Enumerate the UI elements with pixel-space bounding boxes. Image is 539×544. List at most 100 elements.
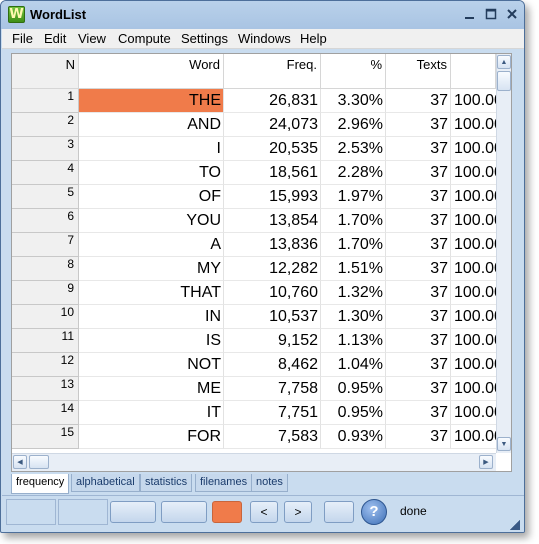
freq-cell[interactable]: 8,462 — [224, 353, 321, 377]
freq-cell[interactable]: 12,282 — [224, 257, 321, 281]
freq-cell[interactable]: 18,561 — [224, 161, 321, 185]
column-header-percent[interactable]: % — [321, 54, 386, 89]
extra-cell[interactable]: 100.00 — [451, 377, 496, 401]
column-header-texts[interactable]: Texts — [386, 54, 451, 89]
row-number-cell[interactable]: 11 — [12, 329, 79, 353]
freq-cell[interactable]: 15,993 — [224, 185, 321, 209]
freq-cell[interactable]: 13,854 — [224, 209, 321, 233]
row-number-cell[interactable]: 15 — [12, 425, 79, 449]
scroll-up-icon[interactable]: ▲ — [497, 55, 511, 69]
row-number-cell[interactable]: 9 — [12, 281, 79, 305]
extra-cell[interactable]: 100.00 — [451, 233, 496, 257]
percent-cell[interactable]: 0.95% — [321, 377, 386, 401]
texts-cell[interactable]: 37 — [386, 137, 451, 161]
extra-cell[interactable]: 100.00 — [451, 401, 496, 425]
texts-cell[interactable]: 37 — [386, 89, 451, 113]
word-cell[interactable]: IT — [79, 401, 224, 425]
word-cell[interactable]: A — [79, 233, 224, 257]
word-list-grid[interactable]: N Word Freq. % Texts 1 THE 26,831 3.30% 37 10… — [11, 53, 512, 472]
minimize-icon[interactable] — [460, 5, 480, 23]
row-number-cell[interactable]: 2 — [12, 113, 79, 137]
freq-cell[interactable]: 24,073 — [224, 113, 321, 137]
percent-cell[interactable]: 1.32% — [321, 281, 386, 305]
texts-cell[interactable]: 37 — [386, 185, 451, 209]
texts-cell[interactable]: 37 — [386, 233, 451, 257]
extra-cell[interactable]: 100.00 — [451, 305, 496, 329]
extra-cell[interactable]: 100.00 — [451, 257, 496, 281]
percent-cell[interactable]: 1.13% — [321, 329, 386, 353]
scroll-right-icon[interactable]: ▶ — [479, 455, 493, 469]
help-icon[interactable]: ? — [361, 499, 387, 525]
texts-cell[interactable]: 37 — [386, 305, 451, 329]
row-number-cell[interactable]: 7 — [12, 233, 79, 257]
row-number-cell[interactable]: 10 — [12, 305, 79, 329]
word-cell[interactable]: NOT — [79, 353, 224, 377]
texts-cell[interactable]: 37 — [386, 281, 451, 305]
scroll-down-icon[interactable]: ▼ — [497, 437, 511, 451]
extra-cell[interactable]: 100.00 — [451, 113, 496, 137]
column-header-n[interactable]: N — [12, 54, 79, 89]
freq-cell[interactable]: 20,535 — [224, 137, 321, 161]
texts-cell[interactable]: 37 — [386, 257, 451, 281]
freq-cell[interactable]: 10,760 — [224, 281, 321, 305]
texts-cell[interactable]: 37 — [386, 425, 451, 449]
word-cell[interactable]: OF — [79, 185, 224, 209]
texts-cell[interactable]: 37 — [386, 377, 451, 401]
extra-cell[interactable]: 100.00 — [451, 281, 496, 305]
percent-cell[interactable]: 1.51% — [321, 257, 386, 281]
menu-windows[interactable]: Windows — [238, 31, 291, 46]
row-number-cell[interactable]: 1 — [12, 89, 79, 113]
status-button-3[interactable] — [324, 501, 354, 523]
menu-edit[interactable]: Edit — [44, 31, 66, 46]
texts-cell[interactable]: 37 — [386, 161, 451, 185]
tab-frequency[interactable]: frequency — [11, 474, 70, 494]
previous-button[interactable]: < — [250, 501, 278, 523]
freq-cell[interactable]: 13,836 — [224, 233, 321, 257]
app-icon[interactable]: W — [8, 6, 25, 23]
menu-help[interactable]: Help — [300, 31, 327, 46]
percent-cell[interactable]: 1.30% — [321, 305, 386, 329]
next-button[interactable]: > — [284, 501, 312, 523]
texts-cell[interactable]: 37 — [386, 209, 451, 233]
row-number-cell[interactable]: 8 — [12, 257, 79, 281]
vertical-scroll-thumb[interactable] — [497, 71, 511, 91]
texts-cell[interactable]: 37 — [386, 329, 451, 353]
freq-cell[interactable]: 7,751 — [224, 401, 321, 425]
row-number-cell[interactable]: 13 — [12, 377, 79, 401]
row-number-cell[interactable]: 5 — [12, 185, 79, 209]
row-number-cell[interactable]: 6 — [12, 209, 79, 233]
horizontal-scroll-thumb[interactable] — [29, 455, 49, 469]
percent-cell[interactable]: 1.70% — [321, 209, 386, 233]
word-cell[interactable]: I — [79, 137, 224, 161]
menu-settings[interactable]: Settings — [181, 31, 228, 46]
tab-statistics[interactable]: statistics — [140, 474, 193, 492]
word-cell[interactable]: FOR — [79, 425, 224, 449]
tab-notes[interactable]: notes — [251, 474, 288, 492]
texts-cell[interactable]: 37 — [386, 401, 451, 425]
word-cell[interactable]: MY — [79, 257, 224, 281]
extra-cell[interactable]: 100.00 — [451, 161, 496, 185]
word-cell[interactable]: YOU — [79, 209, 224, 233]
extra-cell[interactable]: 100.00 — [451, 329, 496, 353]
word-cell[interactable]: THAT — [79, 281, 224, 305]
percent-cell[interactable]: 3.30% — [321, 89, 386, 113]
freq-cell[interactable]: 9,152 — [224, 329, 321, 353]
freq-cell[interactable]: 10,537 — [224, 305, 321, 329]
status-button-1[interactable] — [110, 501, 156, 523]
resize-grip-icon[interactable] — [510, 520, 520, 530]
tab-filenames[interactable]: filenames — [195, 474, 253, 492]
percent-cell[interactable]: 1.04% — [321, 353, 386, 377]
status-button-2[interactable] — [161, 501, 207, 523]
colour-button[interactable] — [212, 501, 242, 523]
freq-cell[interactable]: 26,831 — [224, 89, 321, 113]
word-cell[interactable]: IN — [79, 305, 224, 329]
extra-cell[interactable]: 100.00 — [451, 353, 496, 377]
row-number-cell[interactable]: 3 — [12, 137, 79, 161]
word-cell[interactable]: ME — [79, 377, 224, 401]
row-number-cell[interactable]: 12 — [12, 353, 79, 377]
maximize-icon[interactable] — [481, 5, 501, 23]
word-cell[interactable]: AND — [79, 113, 224, 137]
row-number-cell[interactable]: 14 — [12, 401, 79, 425]
tab-alphabetical[interactable]: alphabetical — [71, 474, 140, 492]
menu-compute[interactable]: Compute — [118, 31, 171, 46]
